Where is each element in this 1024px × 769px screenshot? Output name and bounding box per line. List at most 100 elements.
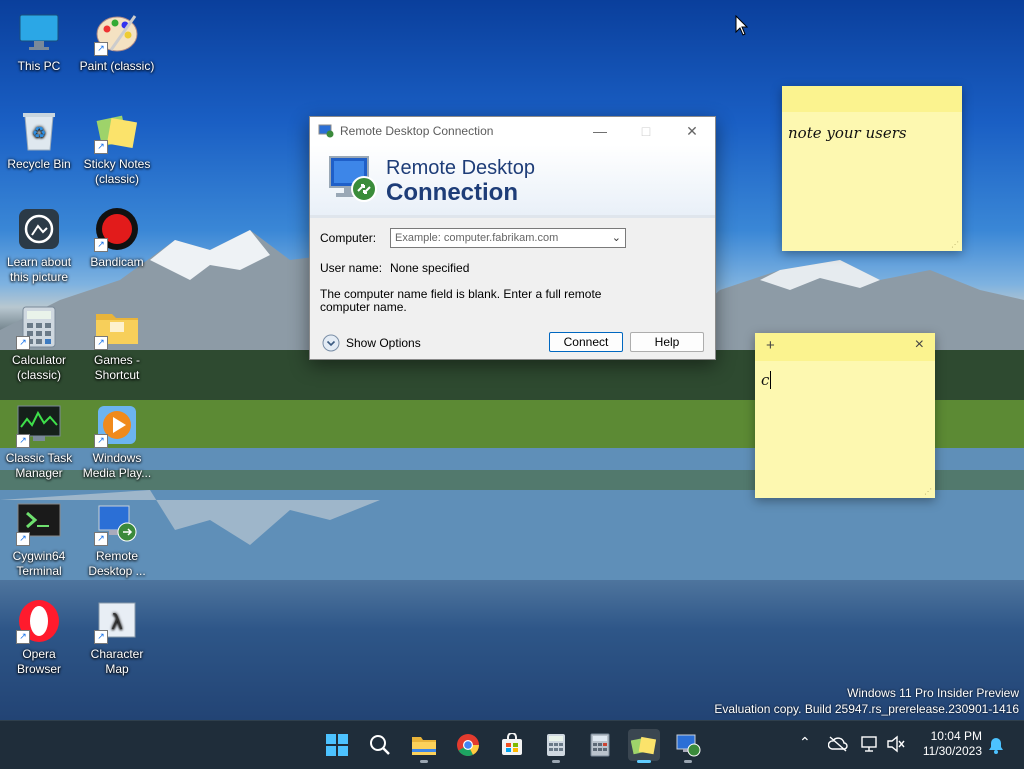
remote-desktop-icon	[676, 734, 701, 757]
notification-bell-icon[interactable]	[988, 736, 1004, 754]
title-bar[interactable]: Remote Desktop Connection — □ ✕	[310, 117, 715, 145]
monitor-icon	[16, 10, 62, 56]
sticky-note-text[interactable]: c	[761, 371, 772, 389]
icon-label: Character Map	[90, 647, 144, 676]
sticky-note-text[interactable]: note your users	[788, 124, 907, 142]
chevron-down-icon[interactable]: ⌄	[612, 231, 621, 244]
running-indicator	[552, 760, 560, 763]
resize-grip-icon[interactable]: ⋰	[951, 240, 959, 249]
username-label: User name:	[320, 261, 383, 275]
rdp-body: Computer: Example: computer.fabrikam.com…	[310, 218, 715, 358]
running-indicator	[684, 760, 692, 763]
icon-label: Remote Desktop ...	[88, 549, 146, 578]
mouse-pointer-icon	[735, 15, 749, 36]
taskbar-sticky-notes[interactable]	[628, 729, 660, 763]
cloud-offline-icon[interactable]	[828, 735, 848, 753]
add-note-icon[interactable]: +	[766, 337, 775, 354]
taskbar: ⌃ 10:04 PM 11/30/2023	[0, 720, 1024, 769]
icon-label: This PC	[17, 59, 61, 73]
volume-muted-icon[interactable]	[886, 735, 906, 753]
opera-icon: ↗	[16, 598, 62, 644]
show-options-toggle[interactable]: Show Options	[322, 334, 421, 352]
windows-logo-icon	[326, 734, 348, 756]
desktop-icon-opera[interactable]: ↗ Opera Browser	[0, 598, 78, 677]
minimize-button[interactable]: —	[577, 117, 623, 145]
desktop-icon-paint[interactable]: ↗ Paint (classic)	[78, 10, 156, 74]
taskbar-chrome[interactable]	[452, 729, 484, 761]
network-icon[interactable]	[861, 735, 879, 753]
remote-desktop-window[interactable]: Remote Desktop Connection — □ ✕ Remote D…	[309, 116, 716, 360]
desktop-icon-recycle-bin[interactable]: ♻ Recycle Bin	[0, 108, 78, 172]
desktop-icon-games[interactable]: ↗ Games - Shortcut	[78, 304, 156, 383]
svg-text:♻: ♻	[32, 125, 46, 142]
remote-desktop-logo-icon	[329, 156, 377, 202]
icon-label: Sticky Notes (classic)	[83, 157, 151, 186]
desktop-icon-learn-about-picture[interactable]: Learn about this picture	[0, 206, 78, 285]
terminal-icon: ↗	[16, 500, 62, 546]
maximize-button[interactable]: □	[623, 117, 669, 145]
close-icon[interactable]: ×	[915, 336, 924, 354]
icon-label: Classic Task Manager	[5, 451, 73, 480]
system-clock[interactable]: 10:04 PM 11/30/2023	[923, 729, 982, 759]
taskbar-calculator[interactable]	[540, 729, 572, 763]
icon-label: Cygwin64 Terminal	[12, 549, 66, 578]
store-icon	[502, 733, 522, 755]
desktop-icon-this-pc[interactable]: This PC	[0, 10, 78, 74]
desktop-icon-media-player[interactable]: ↗ Windows Media Play...	[78, 402, 156, 481]
blank-name-message: The computer name field is blank. Enter …	[320, 287, 602, 314]
desktop-icon-task-manager[interactable]: ↗ Classic Task Manager	[0, 402, 78, 481]
clock-time: 10:04 PM	[930, 729, 982, 743]
search-button[interactable]	[364, 729, 396, 761]
taskbar-file-explorer[interactable]	[408, 729, 440, 763]
media-player-icon: ↗	[94, 402, 140, 448]
icon-label: Games - Shortcut	[93, 353, 140, 382]
evaluation-watermark: Windows 11 Pro Insider Preview Evaluatio…	[714, 685, 1019, 717]
close-button[interactable]: ✕	[669, 117, 715, 145]
clock-date: 11/30/2023	[922, 744, 982, 758]
resize-grip-icon[interactable]: ⋰	[924, 487, 932, 496]
start-button[interactable]	[321, 729, 353, 761]
connect-button[interactable]: Connect	[549, 332, 623, 352]
username-value: None specified	[390, 261, 470, 275]
character-map-icon: λ ↗	[94, 598, 140, 644]
taskbar-store[interactable]	[496, 729, 528, 761]
desktop-icon-sticky-notes[interactable]: ↗ Sticky Notes (classic)	[78, 108, 156, 187]
remote-desktop-icon	[318, 124, 334, 138]
sticky-notes-icon: ↗	[94, 108, 140, 154]
sticky-note-header[interactable]: + ×	[755, 333, 935, 361]
desktop-icon-remote-desktop[interactable]: ↗ Remote Desktop ...	[78, 500, 156, 579]
folder-icon	[412, 737, 436, 755]
icon-label: Paint (classic)	[79, 59, 155, 73]
taskbar-calculator-classic[interactable]	[584, 729, 616, 761]
show-options-label: Show Options	[346, 336, 421, 350]
sticky-note[interactable]: note your users ⋰	[782, 86, 962, 251]
rdp-banner: Remote Desktop Connection	[310, 145, 715, 218]
task-manager-icon: ↗	[16, 402, 62, 448]
search-icon	[370, 735, 390, 755]
running-indicator	[420, 760, 428, 763]
desktop-icon-character-map[interactable]: λ ↗ Character Map	[78, 598, 156, 677]
banner-title-line1: Remote Desktop	[386, 157, 535, 179]
svg-text:λ: λ	[112, 609, 123, 634]
calculator-icon: ↗	[16, 304, 62, 350]
window-title: Remote Desktop Connection	[340, 124, 494, 138]
watermark-line2: Evaluation copy. Build 25947.rs_prerelea…	[714, 702, 1019, 716]
taskbar-remote-desktop[interactable]	[672, 729, 704, 763]
desktop-icon-bandicam[interactable]: ↗ Bandicam	[78, 206, 156, 270]
chevron-up-icon[interactable]: ⌃	[799, 734, 811, 751]
icon-label: Opera Browser	[16, 647, 61, 676]
watermark-line1: Windows 11 Pro Insider Preview	[847, 686, 1019, 700]
sticky-note-header[interactable]	[782, 86, 962, 112]
record-icon: ↗	[94, 206, 140, 252]
chevron-circle-down-icon	[322, 334, 340, 352]
help-button[interactable]: Help	[630, 332, 704, 352]
icon-label: Bandicam	[90, 255, 144, 269]
computer-placeholder: Example: computer.fabrikam.com	[395, 232, 559, 244]
sticky-note-active[interactable]: + × c ⋰	[755, 333, 935, 498]
desktop-icon-calculator[interactable]: ↗ Calculator (classic)	[0, 304, 78, 383]
icon-label: Calculator (classic)	[11, 353, 67, 382]
computer-combobox[interactable]: Example: computer.fabrikam.com ⌄	[390, 228, 626, 248]
desktop-icon-cygwin[interactable]: ↗ Cygwin64 Terminal	[0, 500, 78, 579]
calculator-icon	[547, 734, 565, 756]
banner-title-line2: Connection	[386, 179, 518, 206]
